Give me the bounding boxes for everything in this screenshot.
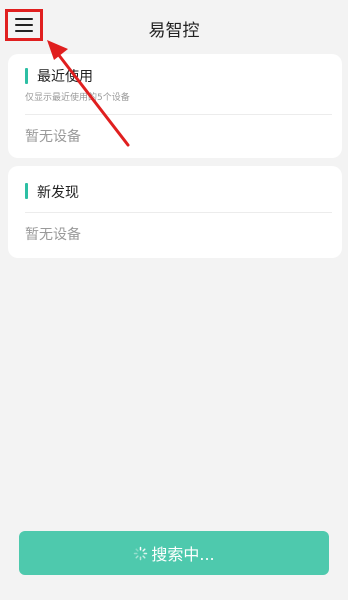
divider (25, 212, 332, 213)
divider (25, 114, 332, 115)
loading-spinner-icon (134, 546, 148, 560)
discover-section-title: 新发现 (37, 185, 79, 201)
page-title: 易智控 (148, 21, 200, 41)
app-header: 易智控 (0, 0, 348, 52)
recent-empty-text: 暂无设备 (25, 129, 81, 145)
section-accent-bar (25, 183, 28, 199)
new-devices-card: 新发现 暂无设备 (8, 166, 342, 258)
recent-devices-card: 最近使用 仅显示最近使用的5个设备 暂无设备 (8, 54, 342, 158)
discover-empty-text: 暂无设备 (25, 227, 81, 243)
search-button-label: 搜索中... (151, 545, 215, 564)
search-button[interactable]: 搜索中... (19, 531, 329, 575)
section-accent-bar (25, 68, 28, 84)
recent-section-title: 最近使用 (37, 69, 93, 85)
recent-section-subtitle: 仅显示最近使用的5个设备 (25, 93, 130, 103)
